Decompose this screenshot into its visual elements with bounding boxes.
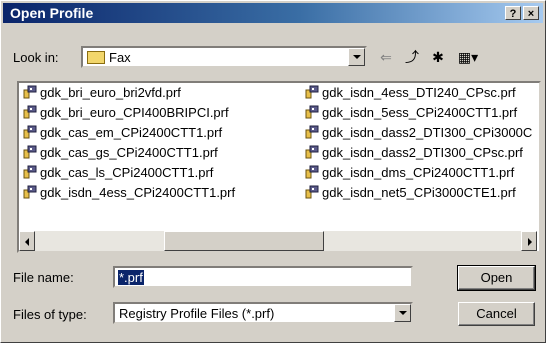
files-of-type-value: Registry Profile Files (*.prf) — [119, 306, 275, 321]
file-name-text: gdk_isdn_4ess_DTI240_CPsc.prf — [322, 85, 516, 100]
horizontal-scrollbar[interactable] — [19, 231, 537, 251]
help-button[interactable]: ? — [505, 6, 521, 20]
file-name-text: gdk_bri_euro_CPI400BRIPCI.prf — [40, 105, 229, 120]
file-name-text: gdk_isdn_dass2_DTI300_CPsc.prf — [322, 145, 523, 160]
file-name-input[interactable]: *.prf — [113, 266, 413, 288]
registry-profile-icon — [305, 145, 319, 159]
files-of-type-label: Files of type: — [13, 307, 87, 322]
folder-icon — [87, 51, 105, 64]
registry-profile-icon — [305, 85, 319, 99]
up-folder-icon[interactable]: ⤴ — [401, 47, 423, 67]
file-list-item[interactable]: gdk_cas_em_CPi2400CTT1.prf — [23, 125, 222, 145]
file-list-item[interactable]: gdk_isdn_dass2_DTI300_CPsc.prf — [305, 145, 523, 165]
scroll-thumb[interactable] — [164, 231, 324, 251]
look-in-label: Look in: — [13, 50, 59, 65]
title-bar[interactable]: Open Profile ? × — [3, 3, 543, 23]
file-list-item[interactable]: gdk_cas_gs_CPi2400CTT1.prf — [23, 145, 218, 165]
registry-profile-icon — [305, 105, 319, 119]
cancel-button[interactable]: Cancel — [458, 302, 535, 326]
file-list-item[interactable]: gdk_cas_ls_CPi2400CTT1.prf — [23, 165, 213, 185]
file-list-item[interactable]: gdk_isdn_net5_CPi3000CTE1.prf — [305, 185, 516, 205]
file-list-item[interactable]: gdk_bri_euro_CPI400BRIPCI.prf — [23, 105, 229, 125]
registry-profile-icon — [305, 165, 319, 179]
file-name-text: gdk_isdn_net5_CPi3000CTE1.prf — [322, 185, 516, 200]
file-name-text: gdk_isdn_dass2_DTI300_CPi3000C — [322, 125, 533, 140]
registry-profile-icon — [23, 185, 37, 199]
file-name-text: gdk_cas_ls_CPi2400CTT1.prf — [40, 165, 214, 180]
file-list-item[interactable]: gdk_isdn_5ess_CPi2400CTT1.prf — [305, 105, 517, 125]
file-list-item[interactable]: gdk_isdn_4ess_CPi2400CTT1.prf — [23, 185, 235, 205]
registry-profile-icon — [23, 165, 37, 179]
files-of-type-combo[interactable]: Registry Profile Files (*.prf) — [113, 302, 413, 324]
file-name-text: gdk_isdn_4ess_CPi2400CTT1.prf — [40, 185, 236, 200]
registry-profile-icon — [23, 145, 37, 159]
file-list-item[interactable]: gdk_isdn_4ess_DTI240_CPsc.prf — [305, 85, 516, 105]
scroll-left-button[interactable] — [19, 231, 35, 251]
open-button[interactable]: Open — [457, 265, 536, 291]
look-in-combo[interactable]: Fax — [81, 46, 367, 68]
registry-profile-icon — [23, 105, 37, 119]
file-name-label: File name: — [13, 270, 74, 285]
views-menu-icon[interactable]: ▦▾ — [453, 47, 483, 67]
file-list[interactable]: gdk_bri_euro_bri2vfd.prf gdk_bri_euro_CPI… — [17, 81, 541, 253]
file-name-value: *.prf — [118, 270, 144, 285]
file-list-item[interactable]: gdk_isdn_dass2_DTI300_CPi3000C — [305, 125, 532, 145]
back-icon[interactable]: ⇐ — [375, 47, 397, 67]
file-name-text: gdk_cas_gs_CPi2400CTT1.prf — [40, 145, 218, 160]
registry-profile-icon — [23, 85, 37, 99]
look-in-dropdown-arrow[interactable] — [348, 48, 365, 66]
registry-profile-icon — [305, 185, 319, 199]
window-title: Open Profile — [10, 5, 94, 21]
scroll-right-button[interactable] — [521, 231, 537, 251]
files-of-type-dropdown-arrow[interactable] — [394, 304, 411, 322]
close-button[interactable]: × — [523, 6, 539, 20]
registry-profile-icon — [305, 125, 319, 139]
file-list-item[interactable]: gdk_isdn_dms_CPi2400CTT1.prf — [305, 165, 514, 185]
look-in-value: Fax — [109, 50, 131, 65]
file-name-text: gdk_bri_euro_bri2vfd.prf — [40, 85, 181, 100]
file-name-text: gdk_isdn_dms_CPi2400CTT1.prf — [322, 165, 515, 180]
file-list-item[interactable]: gdk_bri_euro_bri2vfd.prf — [23, 85, 181, 105]
open-profile-dialog: Open Profile ? × Look in: Fax ⇐ ⤴ ✱ ▦▾ g… — [0, 0, 546, 343]
registry-profile-icon — [23, 125, 37, 139]
file-name-text: gdk_cas_em_CPi2400CTT1.prf — [40, 125, 223, 140]
file-name-text: gdk_isdn_5ess_CPi2400CTT1.prf — [322, 105, 518, 120]
new-folder-icon[interactable]: ✱ — [427, 47, 449, 67]
